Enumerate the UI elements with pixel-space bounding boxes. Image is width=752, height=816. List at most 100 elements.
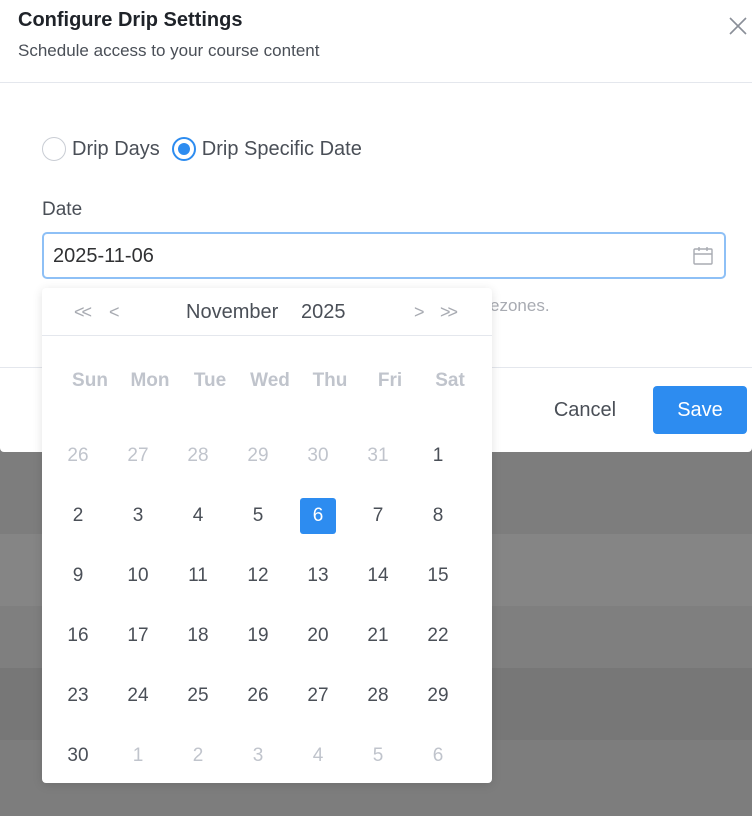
calendar-day-cell[interactable]: 1 [108, 726, 168, 786]
year-selector[interactable]: 2025 [301, 301, 346, 324]
calendar-day-cell[interactable]: 29 [408, 666, 468, 726]
calendar-day-cell[interactable]: 23 [48, 666, 108, 726]
calendar-day-cell[interactable]: 28 [348, 666, 408, 726]
calendar-day-cell[interactable]: 20 [288, 606, 348, 666]
calendar-day-cell[interactable]: 12 [228, 546, 288, 606]
calendar-day-cell[interactable]: 30 [288, 426, 348, 486]
weekday-label: Wed [250, 370, 290, 391]
calendar-day: 29 [247, 445, 269, 466]
drip-mode-radio-group: Drip Days Drip Specific Date [42, 135, 374, 163]
calendar-day-cell[interactable]: 10 [108, 546, 168, 606]
save-button[interactable]: Save [653, 386, 747, 434]
date-input[interactable] [53, 242, 673, 270]
prev-year-button[interactable]: << [74, 300, 92, 324]
calendar-day: 22 [427, 625, 449, 646]
month-selector[interactable]: November [186, 301, 278, 324]
calendar-day: 19 [247, 625, 269, 646]
calendar-day: 1 [132, 745, 144, 766]
weekday-header-row: Sun Mon Tue Wed Thu Fri Sat [60, 370, 480, 392]
radio-label: Drip Days [72, 137, 160, 160]
calendar-day-cell[interactable]: 22 [408, 606, 468, 666]
prev-month-button[interactable]: < [109, 300, 120, 324]
calendar-day-cell[interactable]: 28 [168, 426, 228, 486]
calendar-day-cell[interactable]: 24 [108, 666, 168, 726]
calendar-day-cell[interactable]: 9 [48, 546, 108, 606]
calendar-day-cell[interactable]: 17 [108, 606, 168, 666]
calendar-day-cell[interactable]: 6 [408, 726, 468, 786]
date-input-wrapper[interactable] [42, 232, 726, 279]
calendar-day-cell[interactable]: 4 [168, 486, 228, 546]
weekday-label: Mon [130, 370, 170, 391]
calendar-day-cell[interactable]: 19 [228, 606, 288, 666]
calendar-day-cell[interactable]: 4 [288, 726, 348, 786]
timezone-helper-text: ezones. [490, 296, 550, 315]
calendar-day-cell[interactable]: 1 [408, 426, 468, 486]
calendar-day-cell[interactable]: 30 [48, 726, 108, 786]
calendar-day-cell[interactable]: 14 [348, 546, 408, 606]
selected-day: 6 [300, 498, 336, 534]
weekday-label: Tue [193, 370, 227, 391]
date-picker-header: << < November 2025 > >> [42, 288, 492, 336]
weekday-label: Sat [435, 370, 465, 391]
dialog-title: Configure Drip Settings [18, 9, 243, 31]
calendar-day: 31 [367, 445, 389, 466]
calendar-day-cell[interactable]: 15 [408, 546, 468, 606]
calendar-day-cell[interactable]: 18 [168, 606, 228, 666]
calendar-day: 30 [67, 745, 89, 766]
drip-days-radio[interactable]: Drip Days [42, 137, 160, 161]
calendar-day: 2 [192, 745, 204, 766]
calendar-day-cell[interactable]: 26 [228, 666, 288, 726]
calendar-day-cell[interactable]: 16 [48, 606, 108, 666]
calendar-day-cell[interactable]: 11 [168, 546, 228, 606]
calendar-day: 30 [307, 445, 329, 466]
next-year-button[interactable]: >> [440, 300, 458, 324]
calendar-day: 3 [252, 745, 264, 766]
calendar-day: 29 [427, 685, 449, 706]
calendar-day: 17 [127, 625, 149, 646]
calendar-day-cell[interactable]: 7 [348, 486, 408, 546]
calendar-day: 3 [132, 505, 144, 526]
calendar-day-cell[interactable]: 5 [348, 726, 408, 786]
close-icon [729, 17, 747, 35]
calendar-day-cell[interactable]: 26 [48, 426, 108, 486]
calendar-day-cell[interactable]: 2 [48, 486, 108, 546]
calendar-day: 9 [72, 565, 84, 586]
calendar-day: 7 [372, 505, 384, 526]
weekday-label: Sun [72, 370, 108, 391]
calendar-day: 25 [187, 685, 209, 706]
calendar-day-cell[interactable]: 8 [408, 486, 468, 546]
date-picker-popup: << < November 2025 > >> Sun Mon Tue Wed … [42, 288, 492, 783]
calendar-icon[interactable] [692, 245, 714, 267]
drip-specific-date-radio[interactable]: Drip Specific Date [171, 137, 362, 161]
calendar-day: 23 [67, 685, 89, 706]
calendar-day: 26 [67, 445, 89, 466]
calendar-day-cell[interactable]: 29 [228, 426, 288, 486]
calendar-day: 14 [367, 565, 389, 586]
calendar-day: 11 [188, 565, 208, 586]
next-month-button[interactable]: > [414, 300, 425, 324]
calendar-day-cell[interactable]: 21 [348, 606, 408, 666]
calendar-day: 4 [312, 745, 324, 766]
calendar-day: 1 [432, 445, 444, 466]
calendar-day-cell[interactable]: 6 [288, 486, 348, 546]
calendar-day: 28 [367, 685, 389, 706]
radio-checked-icon [171, 137, 196, 161]
calendar-day-cell[interactable]: 5 [228, 486, 288, 546]
calendar-day-cell[interactable]: 2 [168, 726, 228, 786]
cancel-button[interactable]: Cancel [540, 387, 630, 433]
calendar-day-cell[interactable]: 3 [108, 486, 168, 546]
calendar-day-cell[interactable]: 3 [228, 726, 288, 786]
calendar-day-cell[interactable]: 27 [288, 666, 348, 726]
calendar-day-cell[interactable]: 31 [348, 426, 408, 486]
dialog-header: Configure Drip Settings Schedule access … [0, 0, 752, 83]
calendar-day: 5 [372, 745, 384, 766]
calendar-day-cell[interactable]: 25 [168, 666, 228, 726]
calendar-day: 13 [307, 565, 329, 586]
calendar-day: 5 [252, 505, 264, 526]
calendar-day: 6 [432, 745, 444, 766]
calendar-day-cell[interactable]: 27 [108, 426, 168, 486]
close-button[interactable] [726, 14, 750, 38]
calendar-day-cell[interactable]: 13 [288, 546, 348, 606]
weekday-label: Thu [312, 370, 348, 391]
weekday-label: Fri [377, 370, 403, 391]
